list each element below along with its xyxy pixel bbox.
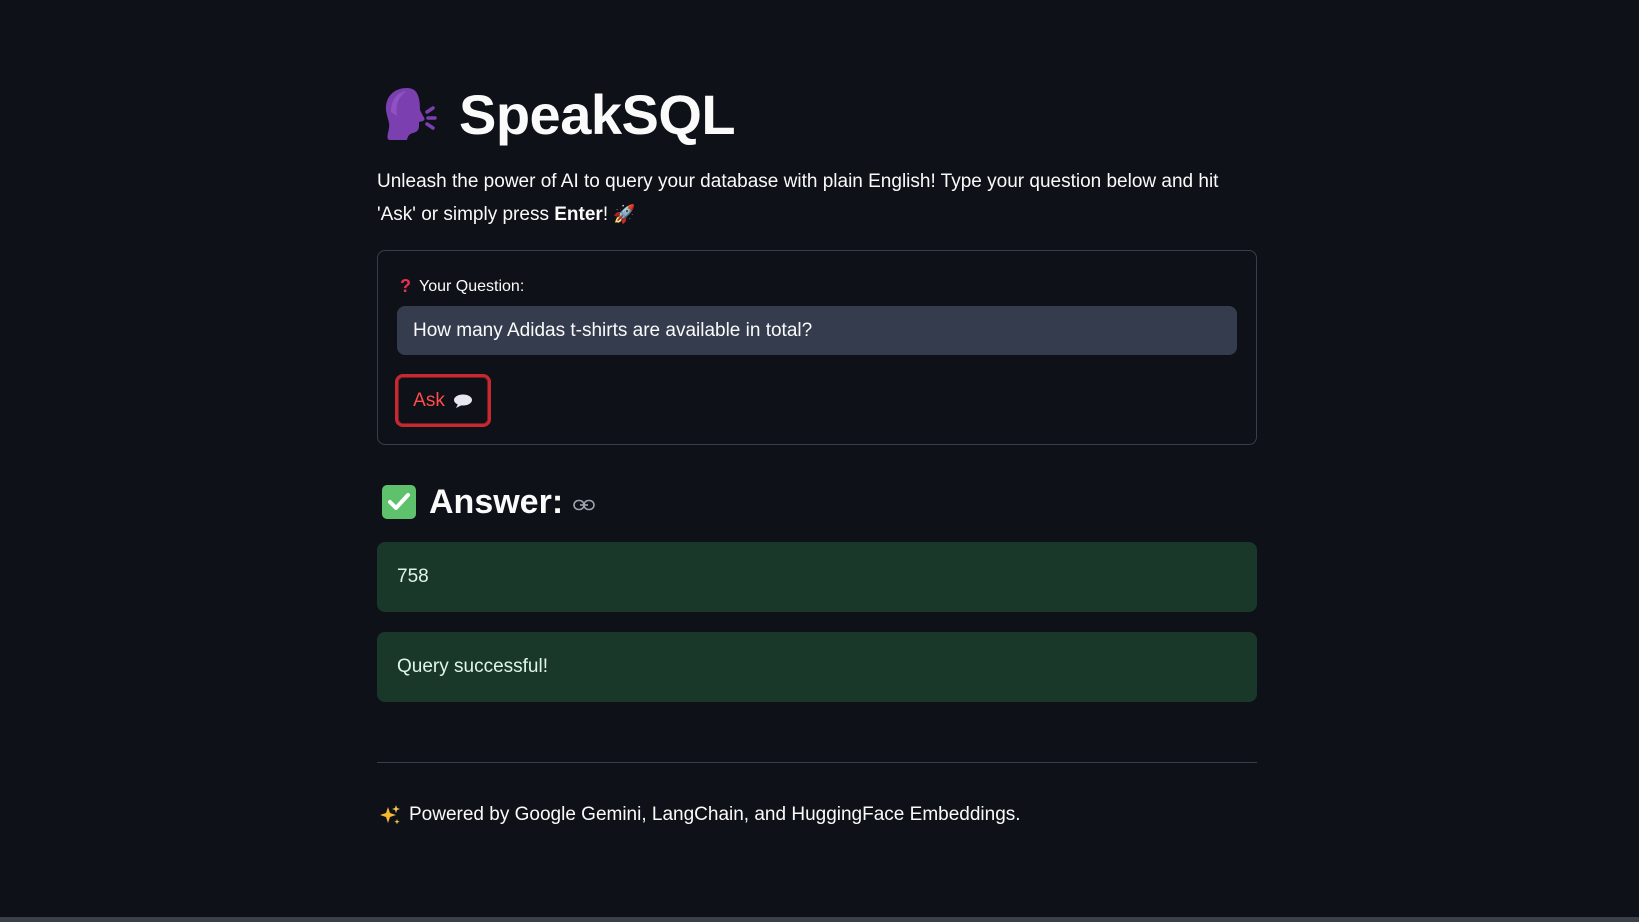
question-label: ? Your Question: [400,276,524,297]
rocket-icon: 🚀 [613,204,636,224]
red-question-mark-icon: ? [400,276,411,296]
speech-bubble-icon [453,394,472,408]
answer-value-box: 758 [377,542,1257,612]
question-input[interactable] [397,306,1237,355]
status-message: Query successful! [397,656,548,677]
sparkles-icon [380,805,400,825]
check-mark-icon [382,485,416,519]
intro-text: Unleash the power of AI to query your da… [377,166,1257,231]
title-row: SpeakSQL [377,78,736,150]
answer-value: 758 [397,566,429,587]
intro-text-start: Unleash the power of AI to query your da… [377,171,1219,225]
speaking-head-icon [385,88,437,140]
ask-button-label: Ask [413,389,445,411]
page: SpeakSQL Unleash the power of AI to quer… [0,0,1639,922]
footer: Powered by Google Gemini, LangChain, and… [379,804,1021,826]
answer-heading: Answer: [429,482,564,521]
intro-text-end: ! [602,204,614,225]
divider [377,762,1257,763]
page-title: SpeakSQL [459,82,736,146]
ask-button[interactable]: Ask [395,374,491,427]
question-label-text: Your Question: [419,277,525,295]
bottom-bar [0,917,1639,922]
link-icon[interactable] [573,499,595,511]
question-form: ? Your Question: Ask [377,250,1257,445]
answer-heading-row: Answer: [381,480,595,524]
intro-enter-key: Enter [554,204,603,225]
status-message-box: Query successful! [377,632,1257,702]
footer-text: Powered by Google Gemini, LangChain, and… [409,804,1021,825]
